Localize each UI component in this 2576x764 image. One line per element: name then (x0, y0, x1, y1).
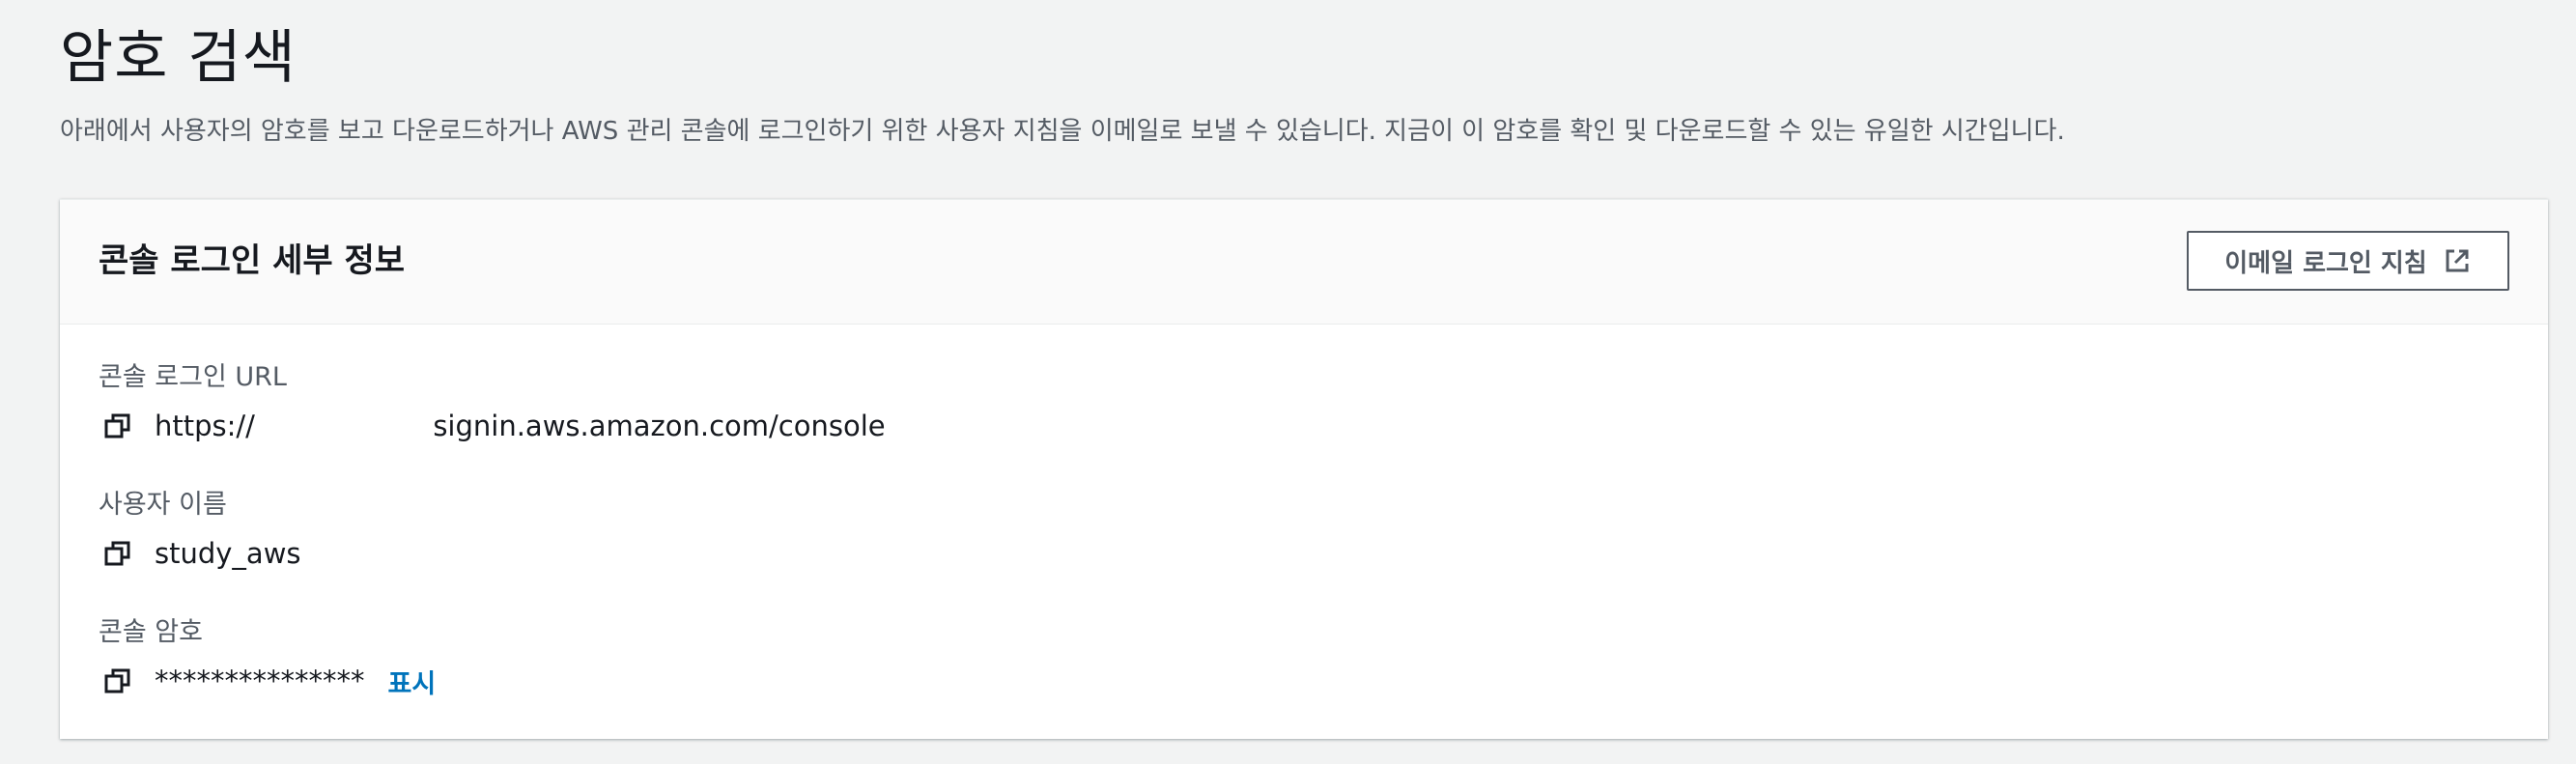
copy-icon[interactable] (99, 407, 137, 445)
console-url-value: https:// signin.aws.amazon.com/console (155, 410, 886, 442)
panel-title: 콘솔 로그인 세부 정보 (99, 241, 406, 280)
username-label: 사용자 이름 (99, 490, 227, 520)
password-value: *************** (155, 665, 365, 697)
panel-header: 콘솔 로그인 세부 정보 이메일 로그인 지침 (60, 200, 2548, 325)
password-label: 콘솔 암호 (99, 617, 203, 647)
console-url-label: 콘솔 로그인 URL (99, 362, 287, 392)
console-url-field: 콘솔 로그인 URL https:// signin.aws.amazon.co… (99, 358, 886, 447)
page-description: 아래에서 사용자의 암호를 보고 다운로드하거나 AWS 관리 콘솔에 로그인하… (60, 117, 2065, 146)
external-link-icon (2443, 246, 2472, 275)
page-title: 암호 검색 (60, 24, 297, 92)
show-password-link[interactable]: 표시 (388, 663, 437, 700)
password-row: *************** 표시 (99, 660, 436, 702)
password-field: 콘솔 암호 *************** 표시 (99, 613, 436, 702)
email-login-instructions-button[interactable]: 이메일 로그인 지침 (2187, 231, 2509, 291)
username-value: study_aws (155, 537, 301, 570)
email-button-label: 이메일 로그인 지침 (2224, 248, 2427, 278)
username-row: study_aws (99, 532, 301, 575)
username-field: 사용자 이름 study_aws (99, 486, 301, 575)
copy-icon[interactable] (99, 534, 137, 573)
console-login-details-panel: 콘솔 로그인 세부 정보 이메일 로그인 지침 콘솔 로그인 URL https… (60, 199, 2548, 739)
console-url-row: https:// signin.aws.amazon.com/console (99, 405, 886, 447)
copy-icon[interactable] (99, 662, 137, 700)
